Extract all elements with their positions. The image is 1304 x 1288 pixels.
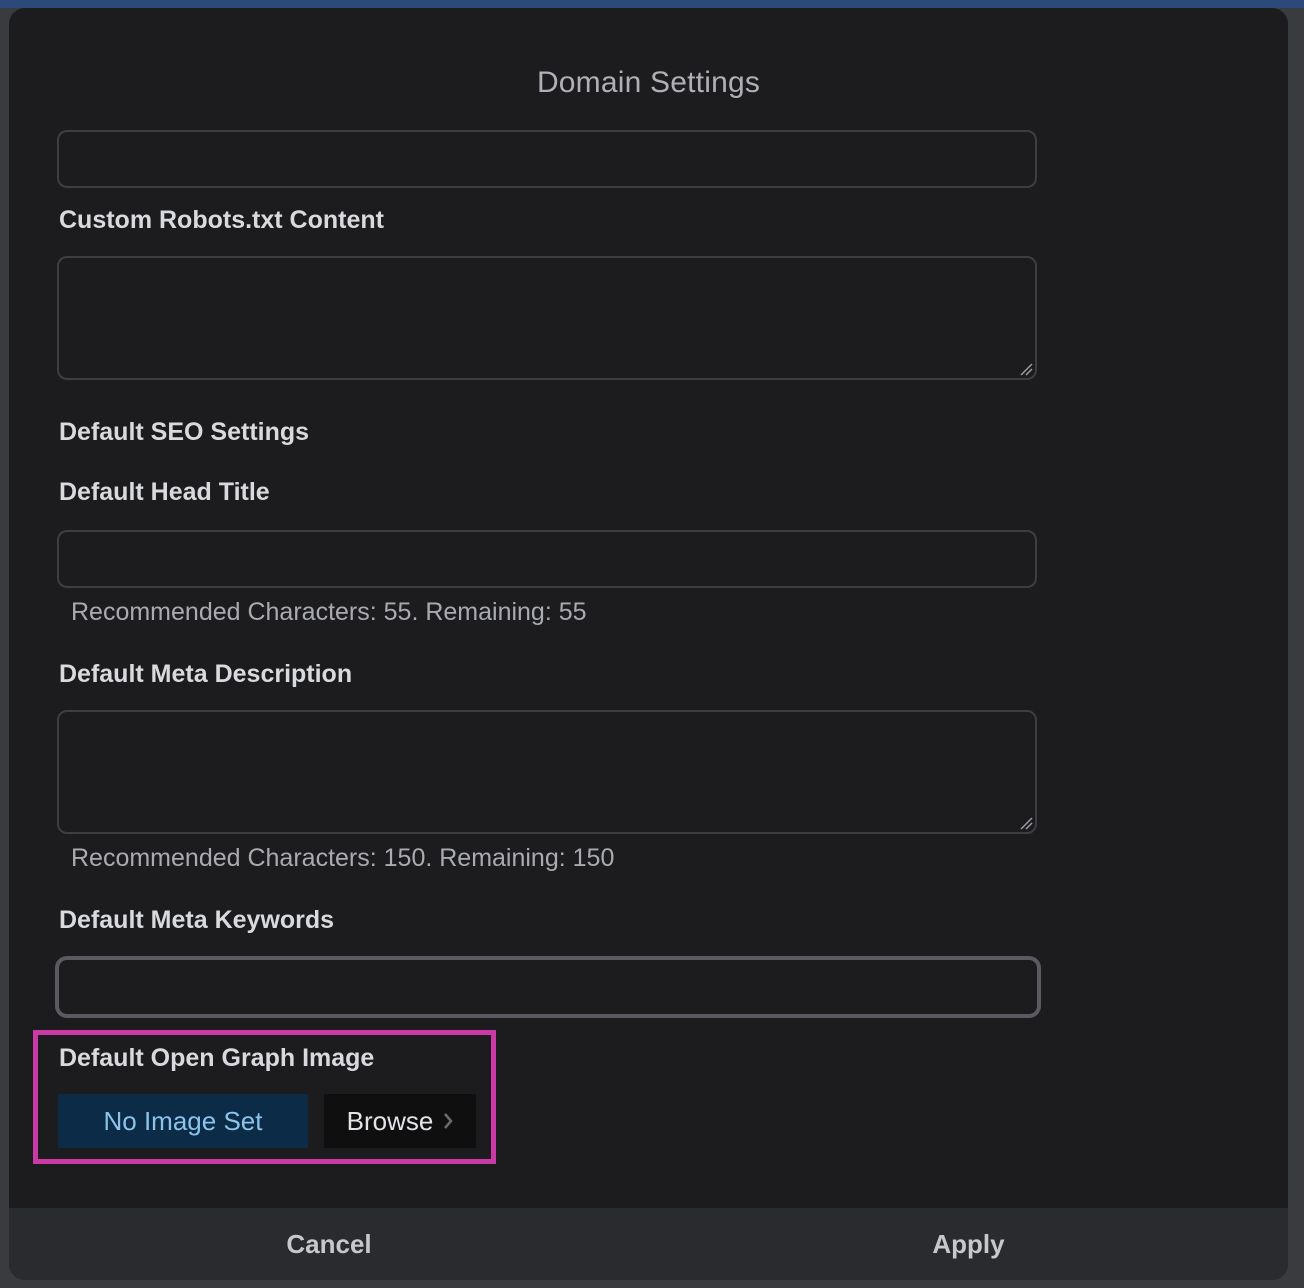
og-image-status: No Image Set (103, 1105, 263, 1136)
meta-keywords-input[interactable] (55, 956, 1041, 1018)
resize-grip-icon[interactable] (1019, 816, 1033, 830)
head-title-input[interactable] (57, 530, 1037, 588)
og-image-label: Default Open Graph Image (59, 1044, 375, 1072)
no-image-set-button[interactable]: No Image Set (58, 1094, 308, 1148)
chevron-right-icon (443, 1112, 453, 1130)
browse-label: Browse (346, 1105, 434, 1136)
browse-button[interactable]: Browse (324, 1094, 476, 1148)
modal-footer: Cancel Apply (9, 1208, 1288, 1280)
meta-description-textarea[interactable] (57, 710, 1037, 834)
resize-grip-icon[interactable] (1019, 362, 1033, 376)
meta-description-label: Default Meta Description (59, 660, 353, 688)
head-title-label: Default Head Title (59, 478, 270, 506)
backdrop (0, 0, 1304, 8)
top-text-input[interactable] (57, 130, 1037, 188)
meta-keywords-label: Default Meta Keywords (59, 906, 335, 934)
cancel-button[interactable]: Cancel (9, 1208, 649, 1280)
seo-section-heading: Default SEO Settings (59, 418, 310, 446)
domain-settings-modal: Domain Settings Custom Robots.txt Conten… (9, 8, 1288, 1280)
apply-button[interactable]: Apply (649, 1208, 1288, 1280)
modal-title: Domain Settings (536, 66, 761, 99)
robots-textarea[interactable] (57, 256, 1037, 380)
meta-description-hint: Recommended Characters: 150. Remaining: … (71, 844, 615, 872)
head-title-hint: Recommended Characters: 55. Remaining: 5… (71, 598, 587, 626)
robots-label: Custom Robots.txt Content (59, 206, 384, 234)
